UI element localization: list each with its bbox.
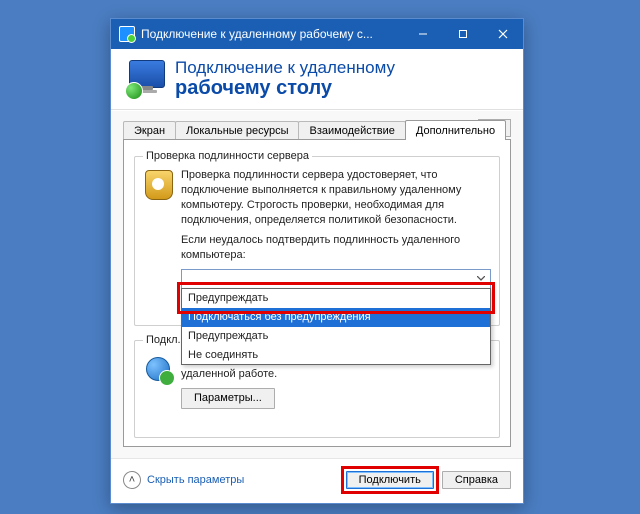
gateway-settings-button[interactable]: Параметры... <box>181 388 275 409</box>
tab-display[interactable]: Экран <box>123 121 176 139</box>
rdp-dialog: Подключение к удаленному рабочему с... П… <box>110 18 524 504</box>
connect-button[interactable]: Подключить <box>346 471 434 489</box>
hide-options-toggle[interactable]: ˄ Скрыть параметры <box>123 471 244 489</box>
tab-local-resources[interactable]: Локальные ресурсы <box>175 121 299 139</box>
rdp-large-icon <box>125 58 167 100</box>
minimize-button[interactable] <box>403 19 443 49</box>
lock-icon <box>143 170 175 202</box>
rdp-app-icon <box>119 26 135 42</box>
auth-policy-combobox[interactable] <box>181 269 491 289</box>
group-server-auth: Проверка подлинности сервера Проверка по… <box>134 150 500 326</box>
tab-advanced[interactable]: Дополнительно <box>405 120 506 140</box>
auth-option-do-not-connect[interactable]: Не соединять <box>182 346 490 365</box>
maximize-button[interactable] <box>443 19 483 49</box>
auth-option-warn[interactable]: Предупреждать <box>182 289 490 308</box>
chevron-up-icon: ˄ <box>123 471 141 489</box>
auth-policy-dropdown-list: Предупреждать Подключаться без предупреж… <box>181 288 491 365</box>
auth-option-connect-no-warning[interactable]: Подключаться без предупреждения <box>182 308 490 327</box>
dialog-footer: ˄ Скрыть параметры Подключить Справка <box>111 458 523 501</box>
close-button[interactable] <box>483 19 523 49</box>
tab-experience[interactable]: Взаимодействие <box>298 121 405 139</box>
header-line1: Подключение к удаленному <box>175 59 395 78</box>
header-line2: рабочему столу <box>175 77 395 99</box>
tab-panel-advanced: Проверка подлинности сервера Проверка по… <box>123 139 511 447</box>
group-server-auth-legend: Проверка подлинности сервера <box>143 150 312 162</box>
auth-option-warn-2[interactable]: Предупреждать <box>182 327 490 346</box>
hide-options-label: Скрыть параметры <box>147 474 244 486</box>
globe-icon <box>143 354 175 386</box>
help-button[interactable]: Справка <box>442 471 511 489</box>
tabstrip: Экран Локальные ресурсы Взаимодействие Д… <box>123 117 511 139</box>
dialog-header: Подключение к удаленному рабочему столу <box>111 49 523 110</box>
server-auth-description: Проверка подлинности сервера удостоверяе… <box>181 168 491 227</box>
chevron-down-icon <box>473 272 488 286</box>
titlebar[interactable]: Подключение к удаленному рабочему с... <box>111 19 523 49</box>
server-auth-prompt: Если неудалось подтвердить подлинность у… <box>181 233 491 263</box>
window-title: Подключение к удаленному рабочему с... <box>141 27 403 41</box>
